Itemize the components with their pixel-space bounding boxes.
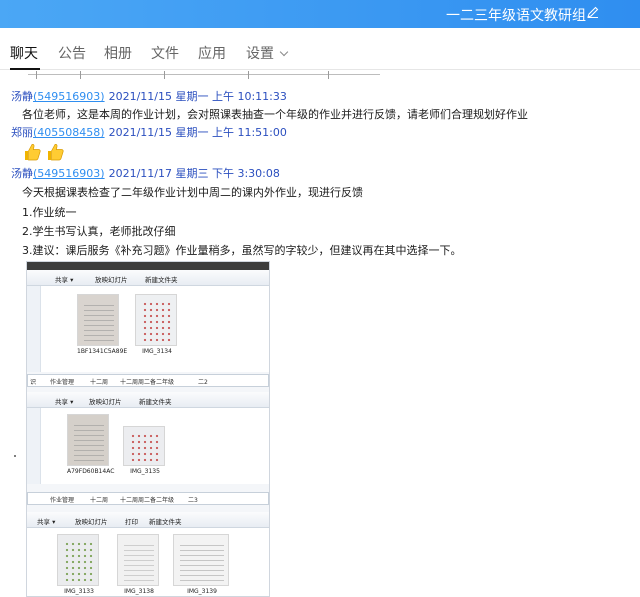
tab-bar: 聊天 公告 相册 文件 应用 设置 xyxy=(0,28,640,70)
file-item: IMG_3138 xyxy=(117,534,161,595)
message-header: 汤静(549516903) 2021/11/15 星期一 上午 10:11:33 xyxy=(11,88,287,104)
message-header: 汤静(549516903) 2021/11/17 星期三 下午 3:30:08 xyxy=(11,165,280,181)
explorer-toolbar: 共享 ▾ 放映幻灯片 打印 新建文件夹 xyxy=(27,512,269,528)
file-name: IMG_3135 xyxy=(130,468,160,475)
path-segment: 二2 xyxy=(198,379,208,386)
message-text: 各位老师，这是本周的作业计划，会对照课表抽查一个年级的作业并进行反馈，请老师们合… xyxy=(22,108,528,121)
bullet-mark xyxy=(14,455,16,457)
explorer-toolbar: 共享 ▾ 放映幻灯片 新建文件夹 xyxy=(27,270,269,286)
tab-settings-label: 设置 xyxy=(246,46,274,62)
message-time: 2021/11/15 星期一 上午 11:51:00 xyxy=(108,126,287,139)
path-segment: 十二周 xyxy=(90,497,109,504)
file-name: IMG_3134 xyxy=(142,348,172,355)
image-top-bar xyxy=(27,262,269,270)
slideshow-button: 放映幻灯片 xyxy=(75,518,108,526)
active-tab-indicator xyxy=(10,68,40,70)
sender-qq[interactable]: (549516903) xyxy=(33,90,105,103)
group-title: 一二三年级语文教研组 xyxy=(446,8,586,24)
new-folder-button: 新建文件夹 xyxy=(145,276,178,284)
tab-files[interactable]: 文件 xyxy=(151,43,179,63)
sender-name[interactable]: 汤静 xyxy=(11,167,33,180)
file-name: 1BF1341C5A89E xyxy=(77,348,128,355)
timeline-tick xyxy=(248,71,249,79)
chevron-down-icon xyxy=(279,47,289,57)
history-timeline[interactable] xyxy=(28,71,380,79)
tab-album[interactable]: 相册 xyxy=(104,43,132,63)
path-segment: 十二周 xyxy=(90,379,109,386)
timeline-tick xyxy=(328,71,329,79)
attached-image[interactable]: 共享 ▾ 放映幻灯片 新建文件夹 1BF1341C5A89E IMG_3134 … xyxy=(26,261,270,597)
message-text: 2.学生书写认真，老师批改仔细 xyxy=(22,225,176,238)
file-item: IMG_3134 xyxy=(135,294,179,355)
file-item: IMG_3139 xyxy=(173,534,231,595)
file-pane: IMG_3133 IMG_3138 IMG_3139 xyxy=(27,528,269,596)
explorer-toolbar: 共享 ▾ 放映幻灯片 新建文件夹 xyxy=(27,392,269,408)
share-menu: 共享 ▾ xyxy=(55,276,74,284)
explorer-path: 识 作业管理 十二周 十二周周二备二年级 二2 xyxy=(27,374,269,387)
sender-qq[interactable]: (405508458) xyxy=(33,126,105,139)
explorer-path: 作业管理 十二周 十二周周二备二年级 二3 xyxy=(27,492,269,505)
path-segment: 二3 xyxy=(188,497,198,504)
message-text: 3.建议：课后服务《补充习题》作业量稍多，虽然写的字较少，但建议再在其中选择一下… xyxy=(22,244,462,257)
file-item: 1BF1341C5A89E xyxy=(77,294,128,355)
nav-column xyxy=(27,408,41,484)
timeline-tick xyxy=(36,71,37,79)
message-text: 1.作业统一 xyxy=(22,206,77,219)
timeline-tick xyxy=(80,71,81,79)
thumbs-up-icon xyxy=(25,144,41,161)
sender-name[interactable]: 汤静 xyxy=(11,90,33,103)
pencil-icon[interactable] xyxy=(586,5,600,19)
path-segment: 作业管理 xyxy=(50,379,75,386)
path-segment: 作业管理 xyxy=(50,497,75,504)
tab-announcement[interactable]: 公告 xyxy=(58,43,86,63)
tab-settings[interactable]: 设置 xyxy=(246,43,289,63)
path-segment: 十二周周二备二年级 xyxy=(120,379,175,386)
path-segment: 十二周周二备二年级 xyxy=(120,497,175,504)
thumbs-up-icon xyxy=(48,144,64,161)
new-folder-button: 新建文件夹 xyxy=(149,518,182,526)
file-item: IMG_3135 xyxy=(123,414,167,475)
tab-apps[interactable]: 应用 xyxy=(198,43,226,63)
file-name: IMG_3139 xyxy=(187,588,217,595)
message-time: 2021/11/15 星期一 上午 10:11:33 xyxy=(108,90,287,103)
file-pane: 1BF1341C5A89E IMG_3134 xyxy=(27,286,269,372)
window-titlebar: 一二三年级语文教研组 xyxy=(0,0,640,28)
timeline-tick xyxy=(164,71,165,79)
file-item: A79FD60B14AC xyxy=(67,414,115,475)
slideshow-button: 放映幻灯片 xyxy=(89,398,122,406)
share-menu: 共享 ▾ xyxy=(55,398,74,406)
tab-chat[interactable]: 聊天 xyxy=(10,43,38,63)
share-menu: 共享 ▾ xyxy=(37,518,56,526)
print-button: 打印 xyxy=(125,518,138,526)
slideshow-button: 放映幻灯片 xyxy=(95,276,128,284)
message-time: 2021/11/17 星期三 下午 3:30:08 xyxy=(108,167,280,180)
message-text: 今天根据课表检查了二年级作业计划中周二的课内外作业，现进行反馈 xyxy=(22,186,363,199)
file-name: IMG_3138 xyxy=(124,588,154,595)
file-pane: A79FD60B14AC IMG_3135 xyxy=(27,408,269,484)
file-name: A79FD60B14AC xyxy=(67,468,115,475)
sender-name[interactable]: 郑丽 xyxy=(11,126,33,139)
sender-qq[interactable]: (549516903) xyxy=(33,167,105,180)
message-header: 郑丽(405508458) 2021/11/15 星期一 上午 11:51:00 xyxy=(11,124,287,140)
path-segment: 识 xyxy=(30,379,37,386)
new-folder-button: 新建文件夹 xyxy=(139,398,172,406)
file-item: IMG_3133 xyxy=(57,534,101,595)
nav-column xyxy=(27,286,41,372)
file-name: IMG_3133 xyxy=(64,588,94,595)
